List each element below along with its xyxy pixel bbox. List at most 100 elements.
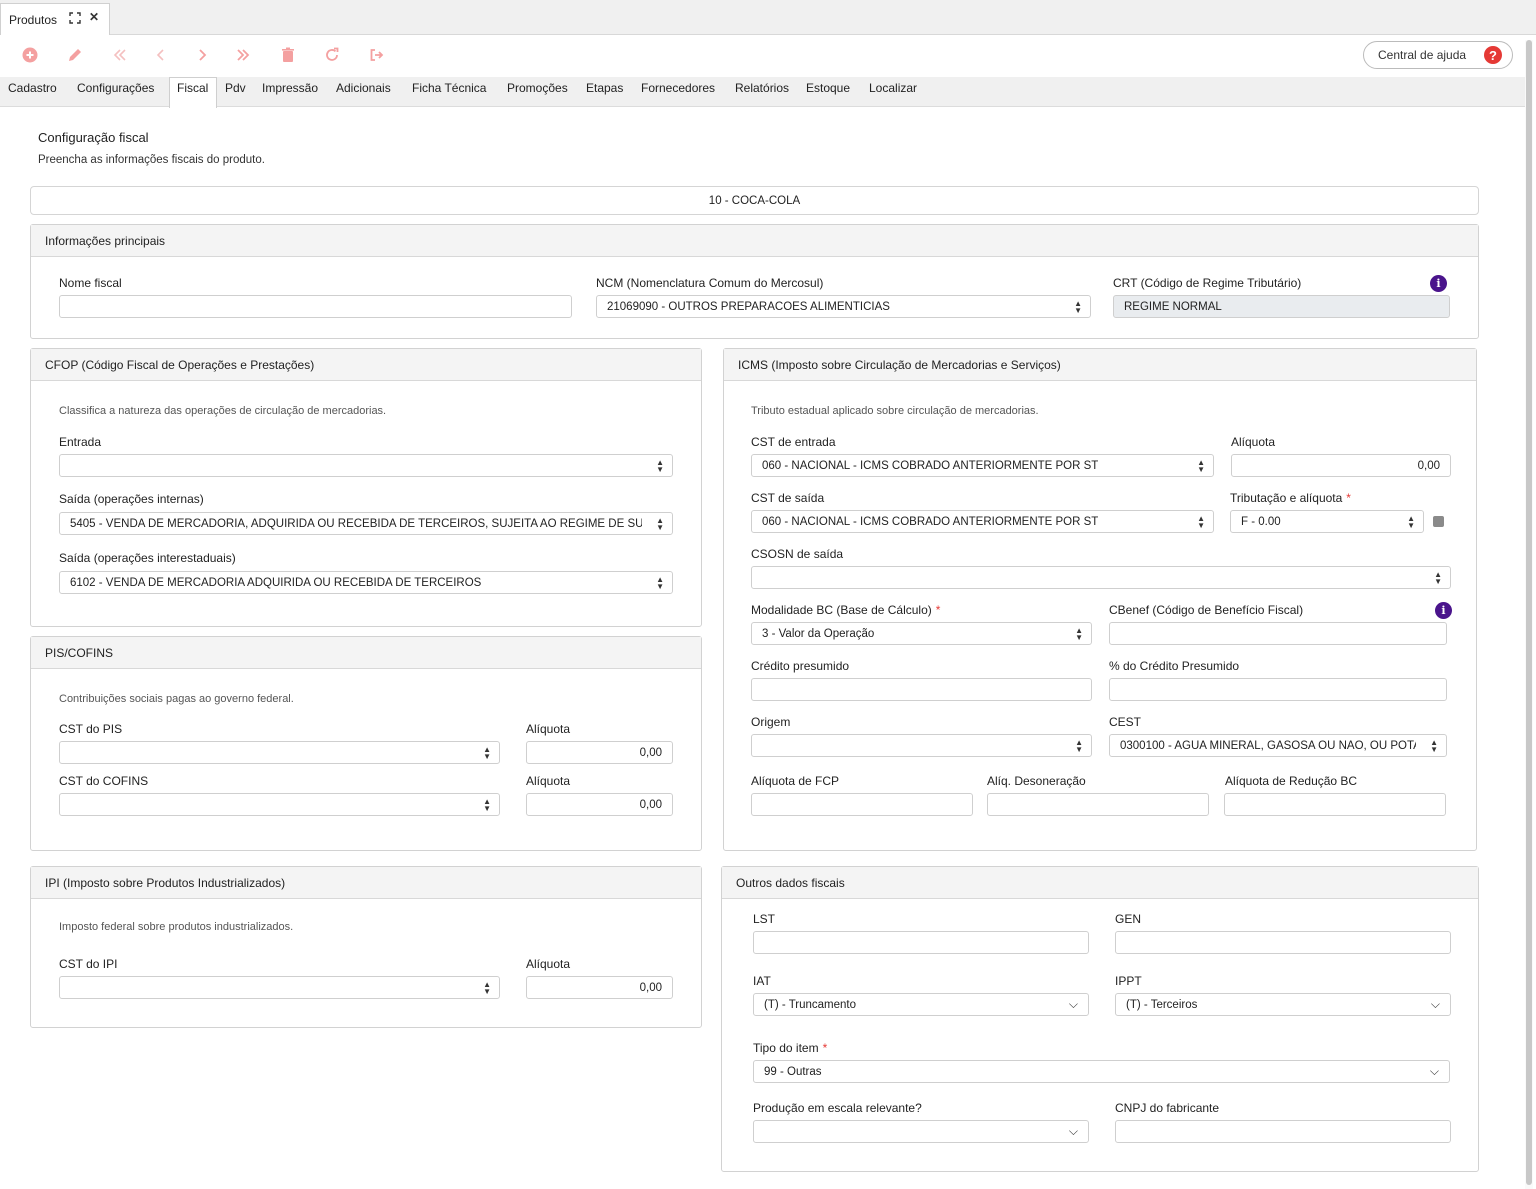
cst-saida-select[interactable]: 060 - NACIONAL - ICMS COBRADO ANTERIORME… — [751, 510, 1214, 533]
cnpj-fabricante-label: CNPJ do fabricante — [1115, 1101, 1220, 1115]
expand-icon[interactable] — [69, 12, 81, 27]
aliq-pis-input[interactable]: 0,00 — [526, 741, 673, 764]
crt-readonly-field: REGIME NORMAL — [1113, 295, 1450, 318]
required-mark: * — [935, 603, 941, 617]
section-tabs: Cadastro Configurações Fiscal Pdv Impres… — [0, 77, 1525, 108]
panel-cfop-title: CFOP (Código Fiscal de Operações e Prest… — [31, 349, 701, 381]
cst-ipi-select[interactable]: ▲ ▼ — [59, 976, 500, 999]
vertical-scrollbar[interactable] — [1525, 40, 1533, 1189]
cst-saida-label: CST de saída — [751, 491, 825, 505]
cfop-saida-interestaduais-select[interactable]: 6102 - VENDA DE MERCADORIA ADQUIRIDA OU … — [59, 571, 673, 594]
desoneracao-label: Alíq. Desoneração — [987, 774, 1086, 788]
sort-arrows-icon: ▲ ▼ — [483, 797, 491, 813]
ippt-label: IPPT — [1115, 974, 1142, 988]
tab-configuracoes[interactable]: Configurações — [77, 81, 154, 95]
tab-localizar[interactable]: Localizar — [869, 81, 917, 95]
perc-credito-label: % do Crédito Presumido — [1109, 659, 1240, 673]
origem-label: Origem — [751, 715, 791, 729]
tab-title: Produtos — [9, 12, 58, 27]
modbc-select[interactable]: 3 - Valor da Operação ▲ ▼ — [751, 622, 1092, 645]
tab-impressao[interactable]: Impressão — [262, 81, 318, 95]
reducao-bc-input[interactable] — [1224, 793, 1446, 816]
cfop-entrada-select[interactable]: ▲ ▼ — [59, 454, 673, 477]
gen-input[interactable] — [1115, 931, 1451, 954]
required-mark: * — [822, 1041, 828, 1055]
sort-arrows-icon: ▲ ▼ — [1197, 514, 1205, 530]
delete-icon[interactable] — [278, 45, 298, 65]
tab-etapas[interactable]: Etapas — [586, 81, 623, 95]
icms-aliquota-label: Alíquota — [1231, 435, 1276, 449]
tipo-item-select[interactable]: 99 - Outras ⌵ — [753, 1060, 1450, 1083]
icms-aliquota-input[interactable]: 0,00 — [1231, 454, 1451, 477]
cnpj-fabricante-input[interactable] — [1115, 1120, 1451, 1143]
panel-principal: Informações principais Nome fiscal NCM (… — [30, 224, 1479, 339]
tab-adicionais[interactable]: Adicionais — [336, 81, 391, 95]
csosn-select[interactable]: ▲ ▼ — [751, 566, 1451, 589]
cst-entrada-label: CST de entrada — [751, 435, 836, 449]
nome-fiscal-label: Nome fiscal — [59, 276, 122, 290]
cst-cofins-select[interactable]: ▲ ▼ — [59, 793, 500, 816]
sort-arrows-icon: ▲ ▼ — [1430, 738, 1438, 754]
credito-presumido-input[interactable] — [751, 678, 1092, 701]
page-subtitle: Preencha as informações fiscais do produ… — [38, 154, 265, 166]
desoneracao-input[interactable] — [987, 793, 1209, 816]
tab-pdv[interactable]: Pdv — [225, 81, 246, 95]
help-icon: ? — [1484, 46, 1502, 64]
calculator-icon[interactable] — [1433, 516, 1444, 527]
last-icon[interactable] — [233, 45, 253, 65]
edit-icon[interactable] — [65, 45, 85, 65]
crt-info-icon[interactable]: i — [1430, 275, 1447, 292]
cfop-description: Classifica a natureza das operações de c… — [59, 405, 387, 417]
tab-fiscal[interactable]: Fiscal — [177, 81, 208, 95]
tab-produtos[interactable]: Produtos ✕ — [0, 3, 110, 35]
nome-fiscal-input[interactable] — [59, 295, 572, 318]
chevron-down-icon: ⌵ — [1430, 997, 1440, 1011]
tab-relatorios[interactable]: Relatórios — [735, 81, 789, 95]
help-center-button[interactable]: Central de ajuda ? — [1363, 41, 1513, 69]
ippt-select[interactable]: (T) - Terceiros ⌵ — [1115, 993, 1451, 1016]
sort-arrows-icon: ▲ ▼ — [483, 745, 491, 761]
sort-arrows-icon: ▲ ▼ — [656, 516, 664, 532]
add-icon[interactable] — [20, 45, 40, 65]
origem-select[interactable]: ▲ ▼ — [751, 734, 1092, 757]
first-icon[interactable] — [110, 45, 130, 65]
cst-entrada-select[interactable]: 060 - NACIONAL - ICMS COBRADO ANTERIORME… — [751, 454, 1214, 477]
reducao-bc-label: Alíquota de Redução BC — [1225, 774, 1358, 788]
cfop-saida-internas-select[interactable]: 5405 - VENDA DE MERCADORIA, ADQUIRIDA OU… — [59, 512, 673, 535]
scrollbar-thumb[interactable] — [1526, 40, 1532, 1185]
lst-label: LST — [753, 912, 776, 926]
perc-credito-input[interactable] — [1109, 678, 1447, 701]
next-icon[interactable] — [192, 45, 212, 65]
cst-pis-select[interactable]: ▲ ▼ — [59, 741, 500, 764]
document-tab-strip: Produtos ✕ — [0, 0, 1536, 35]
tab-fornecedores[interactable]: Fornecedores — [641, 81, 715, 95]
sort-arrows-icon: ▲ ▼ — [656, 575, 664, 591]
fcp-label: Alíquota de FCP — [751, 774, 840, 788]
aliq-cofins-input[interactable]: 0,00 — [526, 793, 673, 816]
panel-cfop: CFOP (Código Fiscal de Operações e Prest… — [30, 348, 702, 627]
cst-pis-label: CST do PIS — [59, 722, 123, 736]
tab-ficha-tecnica[interactable]: Ficha Técnica — [412, 81, 486, 95]
tab-promocoes[interactable]: Promoções — [507, 81, 568, 95]
aliq-ipi-label: Alíquota — [526, 957, 571, 971]
cbenef-input[interactable] — [1109, 622, 1447, 645]
exit-icon[interactable] — [367, 45, 387, 65]
previous-icon[interactable] — [151, 45, 171, 65]
aliq-ipi-input[interactable]: 0,00 — [526, 976, 673, 999]
cbenef-info-icon[interactable]: i — [1435, 602, 1452, 619]
cfop-entrada-label: Entrada — [59, 435, 102, 449]
lst-input[interactable] — [753, 931, 1089, 954]
refresh-icon[interactable] — [322, 45, 342, 65]
producao-escala-select[interactable]: ⌵ — [753, 1120, 1089, 1143]
fcp-input[interactable] — [751, 793, 973, 816]
ipi-description: Imposto federal sobre produtos industria… — [59, 921, 294, 933]
sort-arrows-icon: ▲ ▼ — [1197, 458, 1205, 474]
ncm-select[interactable]: 21069090 - OUTROS PREPARACOES ALIMENTICI… — [596, 295, 1091, 318]
tributacao-select[interactable]: F - 0.00 ▲ ▼ — [1230, 510, 1424, 533]
tab-cadastro[interactable]: Cadastro — [8, 81, 57, 95]
iat-select[interactable]: (T) - Truncamento ⌵ — [753, 993, 1089, 1016]
tab-estoque[interactable]: Estoque — [806, 81, 850, 95]
close-icon[interactable]: ✕ — [89, 10, 99, 24]
cest-select[interactable]: 0300100 - AGUA MINERAL, GASOSA OU NAO, O… — [1109, 734, 1447, 757]
icms-description: Tributo estadual aplicado sobre circulaç… — [751, 405, 1039, 417]
